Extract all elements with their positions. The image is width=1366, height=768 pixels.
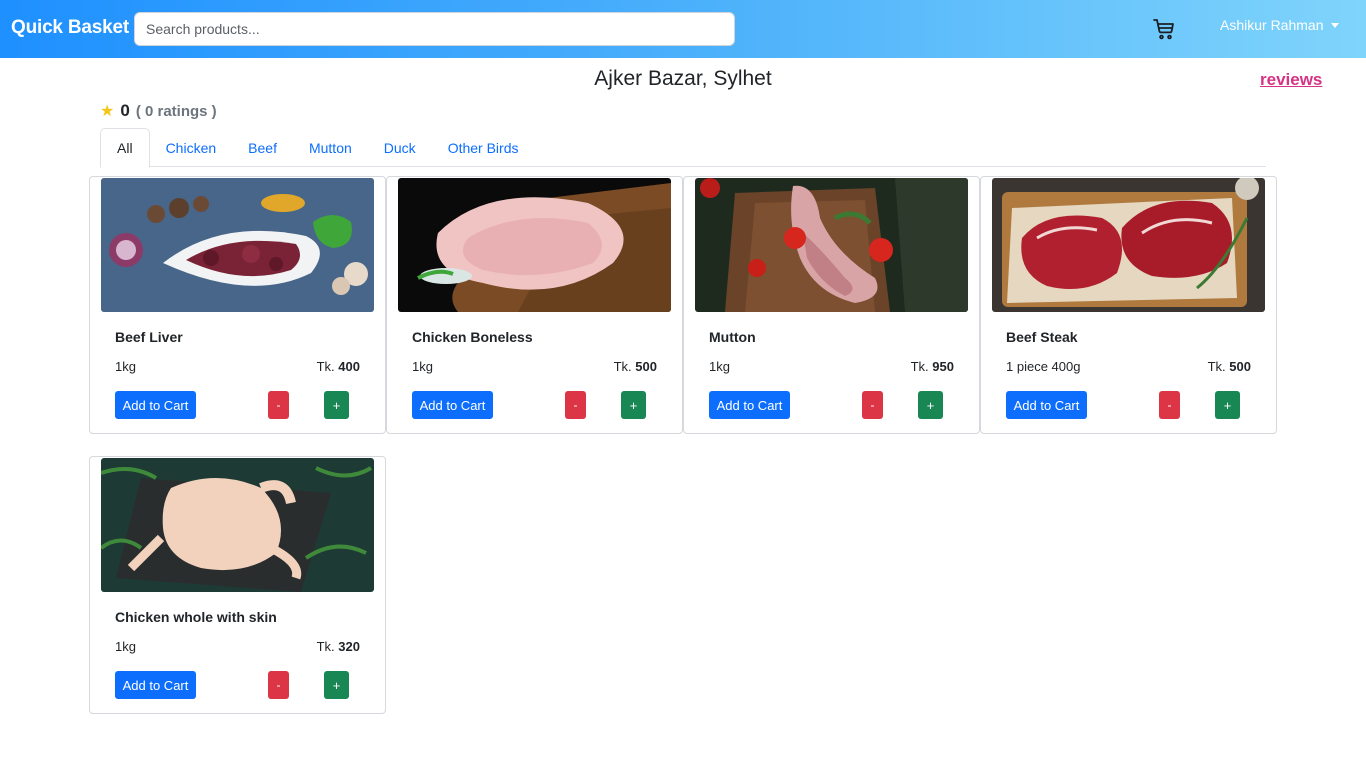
product-name: Chicken whole with skin <box>115 609 277 625</box>
price-currency: Tk. <box>613 359 632 374</box>
shop-rating: ★ 0 ( 0 ratings ) <box>100 101 217 121</box>
shop-title: Ajker Bazar, Sylhet <box>594 67 772 90</box>
add-to-cart-button[interactable]: Add to Cart <box>709 391 790 419</box>
product-image <box>101 178 374 312</box>
product-card: Mutton 1kg Tk. 950 Add to Cart - + <box>683 176 980 434</box>
product-price: Tk. 950 <box>911 359 954 374</box>
decrease-quantity-button[interactable]: - <box>268 391 289 419</box>
increase-quantity-button[interactable]: + <box>918 391 943 419</box>
decrease-quantity-button[interactable]: - <box>565 391 586 419</box>
tab-other-birds[interactable]: Other Birds <box>432 128 535 167</box>
increase-quantity-button[interactable]: + <box>621 391 646 419</box>
reviews-link[interactable]: reviews <box>1260 70 1322 90</box>
product-card: Beef Liver 1kg Tk. 400 Add to Cart - + <box>89 176 386 434</box>
category-tabs: All Chicken Beef Mutton Duck Other Birds <box>100 128 1266 168</box>
product-image <box>992 178 1265 312</box>
decrease-quantity-button[interactable]: - <box>268 671 289 699</box>
product-quantity: 1kg <box>412 359 433 374</box>
price-currency: Tk. <box>316 639 335 654</box>
tab-mutton[interactable]: Mutton <box>293 128 368 167</box>
price-value: 320 <box>338 639 360 654</box>
rating-value: 0 <box>120 101 130 120</box>
rating-count: ( 0 ratings ) <box>135 103 217 120</box>
product-card: Chicken whole with skin 1kg Tk. 320 Add … <box>89 456 386 714</box>
product-name: Beef Steak <box>1006 329 1078 345</box>
user-name: Ashikur Rahman <box>1220 17 1324 33</box>
tab-duck[interactable]: Duck <box>368 128 432 167</box>
price-value: 950 <box>932 359 954 374</box>
product-card: Beef Steak 1 piece 400g Tk. 500 Add to C… <box>980 176 1277 434</box>
search-input[interactable] <box>134 12 735 46</box>
decrease-quantity-button[interactable]: - <box>862 391 883 419</box>
add-to-cart-button[interactable]: Add to Cart <box>1006 391 1087 419</box>
price-value: 500 <box>635 359 657 374</box>
product-image <box>101 458 374 592</box>
increase-quantity-button[interactable]: + <box>324 671 349 699</box>
product-image <box>398 178 671 312</box>
add-to-cart-button[interactable]: Add to Cart <box>412 391 493 419</box>
product-price: Tk. 500 <box>1208 359 1251 374</box>
product-quantity: 1kg <box>115 359 136 374</box>
add-to-cart-button[interactable]: Add to Cart <box>115 671 196 699</box>
tab-chicken[interactable]: Chicken <box>150 128 233 167</box>
product-name: Mutton <box>709 329 756 345</box>
product-quantity: 1kg <box>115 639 136 654</box>
decrease-quantity-button[interactable]: - <box>1159 391 1180 419</box>
increase-quantity-button[interactable]: + <box>1215 391 1240 419</box>
tab-beef[interactable]: Beef <box>232 128 293 167</box>
product-quantity: 1 piece 400g <box>1006 359 1081 374</box>
tab-all[interactable]: All <box>100 128 150 168</box>
price-value: 500 <box>1229 359 1251 374</box>
price-value: 400 <box>338 359 360 374</box>
navbar: Quick Basket Ashikur Rahman <box>0 0 1366 58</box>
increase-quantity-button[interactable]: + <box>324 391 349 419</box>
price-currency: Tk. <box>316 359 335 374</box>
product-price: Tk. 320 <box>317 639 360 654</box>
cart-icon[interactable] <box>1152 17 1176 41</box>
product-image <box>695 178 968 312</box>
product-quantity: 1kg <box>709 359 730 374</box>
product-name: Beef Liver <box>115 329 183 345</box>
user-menu[interactable]: Ashikur Rahman <box>1220 17 1339 33</box>
brand-logo[interactable]: Quick Basket <box>11 17 129 39</box>
product-name: Chicken Boneless <box>412 329 533 345</box>
product-price: Tk. 400 <box>317 359 360 374</box>
price-currency: Tk. <box>910 359 929 374</box>
product-card: Chicken Boneless 1kg Tk. 500 Add to Cart… <box>386 176 683 434</box>
add-to-cart-button[interactable]: Add to Cart <box>115 391 196 419</box>
product-price: Tk. 500 <box>614 359 657 374</box>
chevron-down-icon <box>1330 23 1339 28</box>
star-icon: ★ <box>100 103 115 120</box>
price-currency: Tk. <box>1207 359 1226 374</box>
